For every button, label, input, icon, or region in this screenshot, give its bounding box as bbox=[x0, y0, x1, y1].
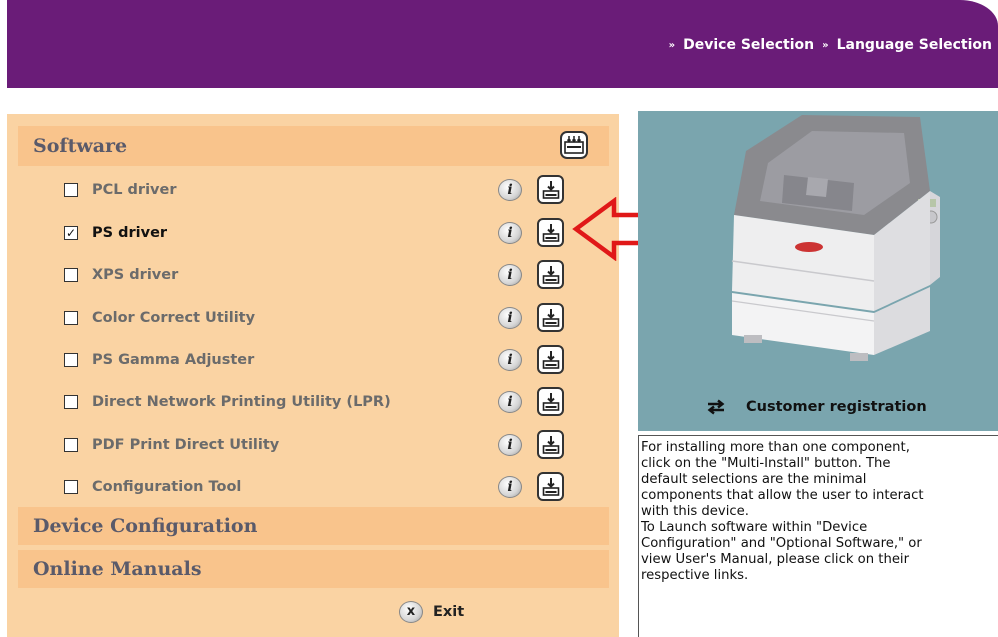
breadcrumb: » Device Selection » Language Selection bbox=[669, 37, 992, 53]
customer-registration-label: Customer registration bbox=[746, 399, 927, 415]
info-icon[interactable]: i bbox=[498, 222, 522, 244]
download-button[interactable] bbox=[537, 175, 564, 204]
item-label: PCL driver bbox=[92, 182, 177, 198]
info-icon[interactable]: i bbox=[498, 391, 522, 413]
description-line: To Launch software within "Device bbox=[641, 520, 868, 535]
list-item-color-correct-utility: Color Correct Utility i bbox=[64, 303, 594, 333]
checkbox-xps-driver[interactable] bbox=[64, 268, 78, 282]
breadcrumb-separator: » bbox=[668, 39, 676, 51]
breadcrumb-device-selection[interactable]: Device Selection bbox=[683, 37, 814, 53]
swap-arrows-icon bbox=[707, 399, 725, 415]
download-icon bbox=[542, 477, 559, 496]
download-button[interactable] bbox=[537, 387, 564, 416]
checkbox-ps-gamma-adjuster[interactable] bbox=[64, 353, 78, 367]
download-icon bbox=[542, 308, 559, 327]
section-software[interactable]: Software bbox=[18, 126, 609, 166]
download-icon bbox=[542, 265, 559, 284]
download-button[interactable] bbox=[537, 218, 564, 247]
software-panel: Software PCL driver i ✓ PS driver i XPS … bbox=[7, 114, 619, 637]
list-item-xps-driver: XPS driver i bbox=[64, 260, 594, 290]
breadcrumb-separator: » bbox=[822, 39, 829, 51]
download-button[interactable] bbox=[537, 472, 564, 501]
checkbox-color-correct-utility[interactable] bbox=[64, 311, 78, 325]
description-line: click on the "Multi-Install" button. The bbox=[641, 456, 891, 471]
exit-button[interactable]: x Exit bbox=[399, 601, 464, 623]
info-icon[interactable]: i bbox=[498, 179, 522, 201]
item-label: Direct Network Printing Utility (LPR) bbox=[92, 394, 391, 410]
checkbox-pcl-driver[interactable] bbox=[64, 183, 78, 197]
multi-install-icon bbox=[564, 136, 584, 154]
download-icon bbox=[542, 435, 559, 454]
info-icon[interactable]: i bbox=[498, 434, 522, 456]
list-item-direct-network-printing-utility: Direct Network Printing Utility (LPR) i bbox=[64, 387, 594, 417]
description-line: Configuration" and "Optional Software," … bbox=[641, 536, 922, 551]
section-device-configuration[interactable]: Device Configuration bbox=[18, 507, 609, 545]
download-button[interactable] bbox=[537, 345, 564, 374]
description-line: components that allow the user to intera… bbox=[641, 488, 924, 503]
list-item-ps-gamma-adjuster: PS Gamma Adjuster i bbox=[64, 345, 594, 375]
download-icon bbox=[542, 350, 559, 369]
item-label: PS Gamma Adjuster bbox=[92, 352, 255, 368]
info-icon[interactable]: i bbox=[498, 307, 522, 329]
item-label: XPS driver bbox=[92, 267, 179, 283]
header-bar: » Device Selection » Language Selection bbox=[7, 0, 998, 88]
customer-registration-link[interactable]: Customer registration bbox=[706, 399, 927, 415]
download-icon bbox=[542, 223, 559, 242]
checkbox-pdf-print-direct-utility[interactable] bbox=[64, 438, 78, 452]
multi-install-button[interactable] bbox=[560, 131, 588, 159]
checkbox-direct-network-printing-utility[interactable] bbox=[64, 395, 78, 409]
description-line: view User's Manual, please click on thei… bbox=[641, 552, 910, 567]
download-button[interactable] bbox=[537, 303, 564, 332]
list-item-pcl-driver: PCL driver i bbox=[64, 175, 594, 205]
close-icon: x bbox=[399, 601, 423, 623]
device-panel: Customer registration bbox=[638, 111, 998, 431]
section-software-label: Software bbox=[33, 135, 128, 157]
section-online-manuals[interactable]: Online Manuals bbox=[18, 550, 609, 588]
item-label: PDF Print Direct Utility bbox=[92, 437, 280, 453]
list-item-configuration-tool: Configuration Tool i bbox=[64, 472, 594, 502]
download-button[interactable] bbox=[537, 430, 564, 459]
item-label: Configuration Tool bbox=[92, 479, 242, 495]
description-line: with this device. bbox=[641, 504, 749, 519]
exit-label: Exit bbox=[433, 604, 465, 620]
download-icon bbox=[542, 392, 559, 411]
printer-image bbox=[731, 115, 940, 361]
description-line: default selections are the minimal bbox=[641, 472, 867, 487]
download-icon bbox=[542, 180, 559, 199]
checkbox-ps-driver[interactable]: ✓ bbox=[64, 226, 78, 240]
item-label: PS driver bbox=[92, 225, 168, 241]
list-item-pdf-print-direct-utility: PDF Print Direct Utility i bbox=[64, 430, 594, 460]
item-label: Color Correct Utility bbox=[92, 310, 256, 326]
description-line: For installing more than one component, bbox=[641, 440, 910, 455]
description-line: respective links. bbox=[641, 568, 749, 583]
download-button[interactable] bbox=[537, 260, 564, 289]
checkbox-configuration-tool[interactable] bbox=[64, 480, 78, 494]
breadcrumb-language-selection[interactable]: Language Selection bbox=[837, 37, 992, 53]
description-textbox[interactable]: For installing more than one component, … bbox=[638, 435, 998, 637]
info-icon[interactable]: i bbox=[498, 349, 522, 371]
list-item-ps-driver: ✓ PS driver i bbox=[64, 218, 594, 248]
info-icon[interactable]: i bbox=[498, 476, 522, 498]
info-icon[interactable]: i bbox=[498, 264, 522, 286]
